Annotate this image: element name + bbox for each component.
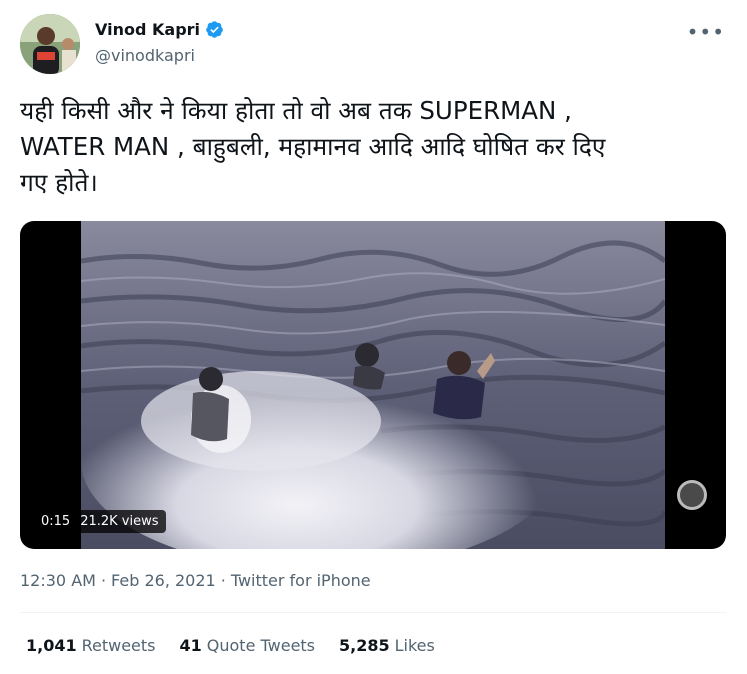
volume-icon[interactable]	[677, 480, 707, 510]
video-views: 21.2K views	[80, 514, 159, 529]
tweet-text-line: यही किसी और ने किया होता तो वो अब तक SUP…	[20, 96, 572, 125]
tweet-text: यही किसी और ने किया होता तो वो अब तक SUP…	[20, 93, 725, 201]
likes-stat[interactable]: 5,285 Likes	[339, 636, 435, 655]
more-horizontal-icon[interactable]: •••	[687, 20, 725, 44]
verified-badge-icon	[206, 21, 223, 38]
video-stats-overlay: 0:15 21.2K views	[34, 510, 166, 533]
tweet-time[interactable]: 12:30 AM	[20, 571, 96, 590]
avatar[interactable]	[20, 14, 80, 74]
quote-tweets-stat[interactable]: 41 Quote Tweets	[180, 636, 316, 655]
tweet-text-line: WATER MAN , बाहुबली, महामानव आदि आदि घोष…	[20, 132, 606, 161]
meta-separator: ·	[100, 571, 107, 590]
video-duration: 0:15	[41, 514, 71, 529]
retweets-stat[interactable]: 1,041 Retweets	[26, 636, 156, 655]
video-player[interactable]: 0:15 21.2K views	[20, 221, 726, 549]
quote-tweets-count: 41	[179, 636, 202, 655]
likes-label: Likes	[394, 636, 435, 655]
author-name[interactable]: Vinod Kapri	[95, 20, 224, 39]
likes-count: 5,285	[339, 636, 390, 655]
tweet-source[interactable]: Twitter for iPhone	[231, 571, 371, 590]
author-handle[interactable]: @vinodkapri	[95, 46, 195, 65]
engagement-stats: 1,041 Retweets 41 Quote Tweets 5,285 Likes	[26, 636, 435, 655]
retweets-count: 1,041	[26, 636, 77, 655]
quote-tweets-label: Quote Tweets	[206, 636, 316, 655]
tweet-meta: 12:30 AM · Feb 26, 2021 · Twitter for iP…	[20, 571, 371, 590]
tweet-date[interactable]: Feb 26, 2021	[111, 571, 216, 590]
video-frame	[81, 221, 665, 549]
author-name-text: Vinod Kapri	[95, 20, 201, 39]
tweet-text-line: गए होते।	[20, 168, 98, 197]
retweets-label: Retweets	[81, 636, 156, 655]
meta-separator: ·	[220, 571, 226, 590]
divider	[20, 612, 727, 613]
